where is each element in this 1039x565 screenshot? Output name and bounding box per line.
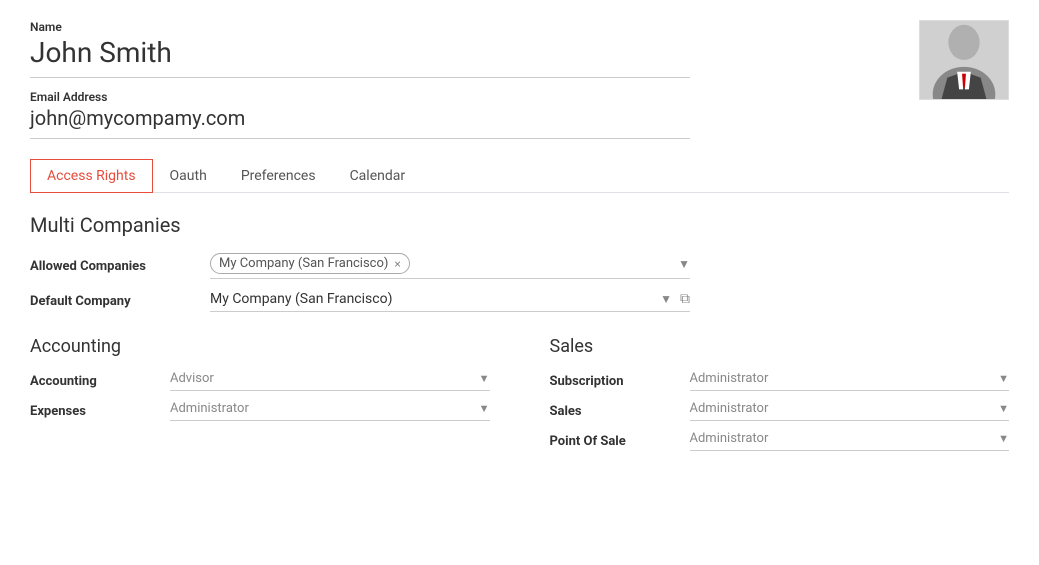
accounting-dropdown-1[interactable]: ▼ [475, 402, 490, 415]
default-company-label: Default Company [30, 294, 210, 309]
accounting-section: Accounting Accounting Advisor ▼ Expenses… [30, 336, 490, 461]
name-value: John Smith [30, 36, 690, 78]
multi-companies-title: Multi Companies [30, 213, 1009, 237]
avatar-image [920, 21, 1008, 99]
tabs-container: Access Rights Oauth Preferences Calendar [30, 159, 1009, 193]
sales-field-row-2: Point Of Sale Administrator ▼ [550, 431, 1010, 451]
default-company-dropdown[interactable]: ▼ [652, 292, 672, 306]
email-label: Email Address [30, 90, 1009, 104]
accounting-field-row-1: Expenses Administrator ▼ [30, 401, 490, 421]
accounting-field-label-1: Expenses [30, 404, 170, 419]
page-container: Name John Smith Email Address john@mycom… [0, 0, 1039, 565]
sales-dropdown-2[interactable]: ▼ [994, 432, 1009, 445]
sales-field-text-0: Administrator [690, 371, 995, 386]
accounting-sales-sections: Accounting Accounting Advisor ▼ Expenses… [30, 336, 1009, 461]
sales-field-text-1: Administrator [690, 401, 995, 416]
sales-field-text-2: Administrator [690, 431, 995, 446]
sales-field-label-0: Subscription [550, 374, 690, 389]
default-company-row: Default Company My Company (San Francisc… [30, 291, 1009, 312]
sales-field-label-1: Sales [550, 404, 690, 419]
multi-companies-section: Multi Companies Allowed Companies My Com… [30, 213, 1009, 312]
accounting-field-value-0[interactable]: Advisor ▼ [170, 371, 490, 391]
sales-field-value-0[interactable]: Administrator ▼ [690, 371, 1010, 391]
email-value: john@mycompamy.com [30, 106, 690, 139]
tab-oauth[interactable]: Oauth [153, 159, 224, 193]
sales-field-row-0: Subscription Administrator ▼ [550, 371, 1010, 391]
allowed-companies-dropdown[interactable]: ▼ [670, 257, 690, 271]
allowed-companies-row: Allowed Companies My Company (San Franci… [30, 253, 1009, 279]
sales-dropdown-1[interactable]: ▼ [994, 402, 1009, 415]
name-label: Name [30, 20, 1009, 34]
accounting-title: Accounting [30, 336, 490, 357]
avatar [919, 20, 1009, 100]
accounting-field-value-1[interactable]: Administrator ▼ [170, 401, 490, 421]
company-tag-text: My Company (San Francisco) [219, 256, 388, 271]
tab-calendar[interactable]: Calendar [333, 159, 423, 193]
sales-field-label-2: Point Of Sale [550, 434, 690, 449]
default-company-text: My Company (San Francisco) [210, 291, 652, 307]
default-company-external-link[interactable]: ⧉ [680, 291, 690, 307]
accounting-dropdown-0[interactable]: ▼ [475, 372, 490, 385]
company-tag-remove[interactable]: × [394, 257, 400, 271]
default-company-value[interactable]: My Company (San Francisco) ▼ ⧉ [210, 291, 690, 312]
sales-field-value-1[interactable]: Administrator ▼ [690, 401, 1010, 421]
sales-field-row-1: Sales Administrator ▼ [550, 401, 1010, 421]
sales-section: Sales Subscription Administrator ▼ Sales… [550, 336, 1010, 461]
sales-dropdown-0[interactable]: ▼ [994, 372, 1009, 385]
tab-access-rights[interactable]: Access Rights [30, 159, 153, 193]
company-tag: My Company (San Francisco) × [210, 253, 410, 274]
tab-preferences[interactable]: Preferences [224, 159, 333, 193]
allowed-companies-label: Allowed Companies [30, 259, 210, 274]
accounting-field-row-0: Accounting Advisor ▼ [30, 371, 490, 391]
allowed-companies-value[interactable]: My Company (San Francisco) × ▼ [210, 253, 690, 279]
sales-field-value-2[interactable]: Administrator ▼ [690, 431, 1010, 451]
sales-title: Sales [550, 336, 1010, 357]
accounting-field-text-0: Advisor [170, 371, 475, 386]
accounting-field-label-0: Accounting [30, 374, 170, 389]
accounting-field-text-1: Administrator [170, 401, 475, 416]
